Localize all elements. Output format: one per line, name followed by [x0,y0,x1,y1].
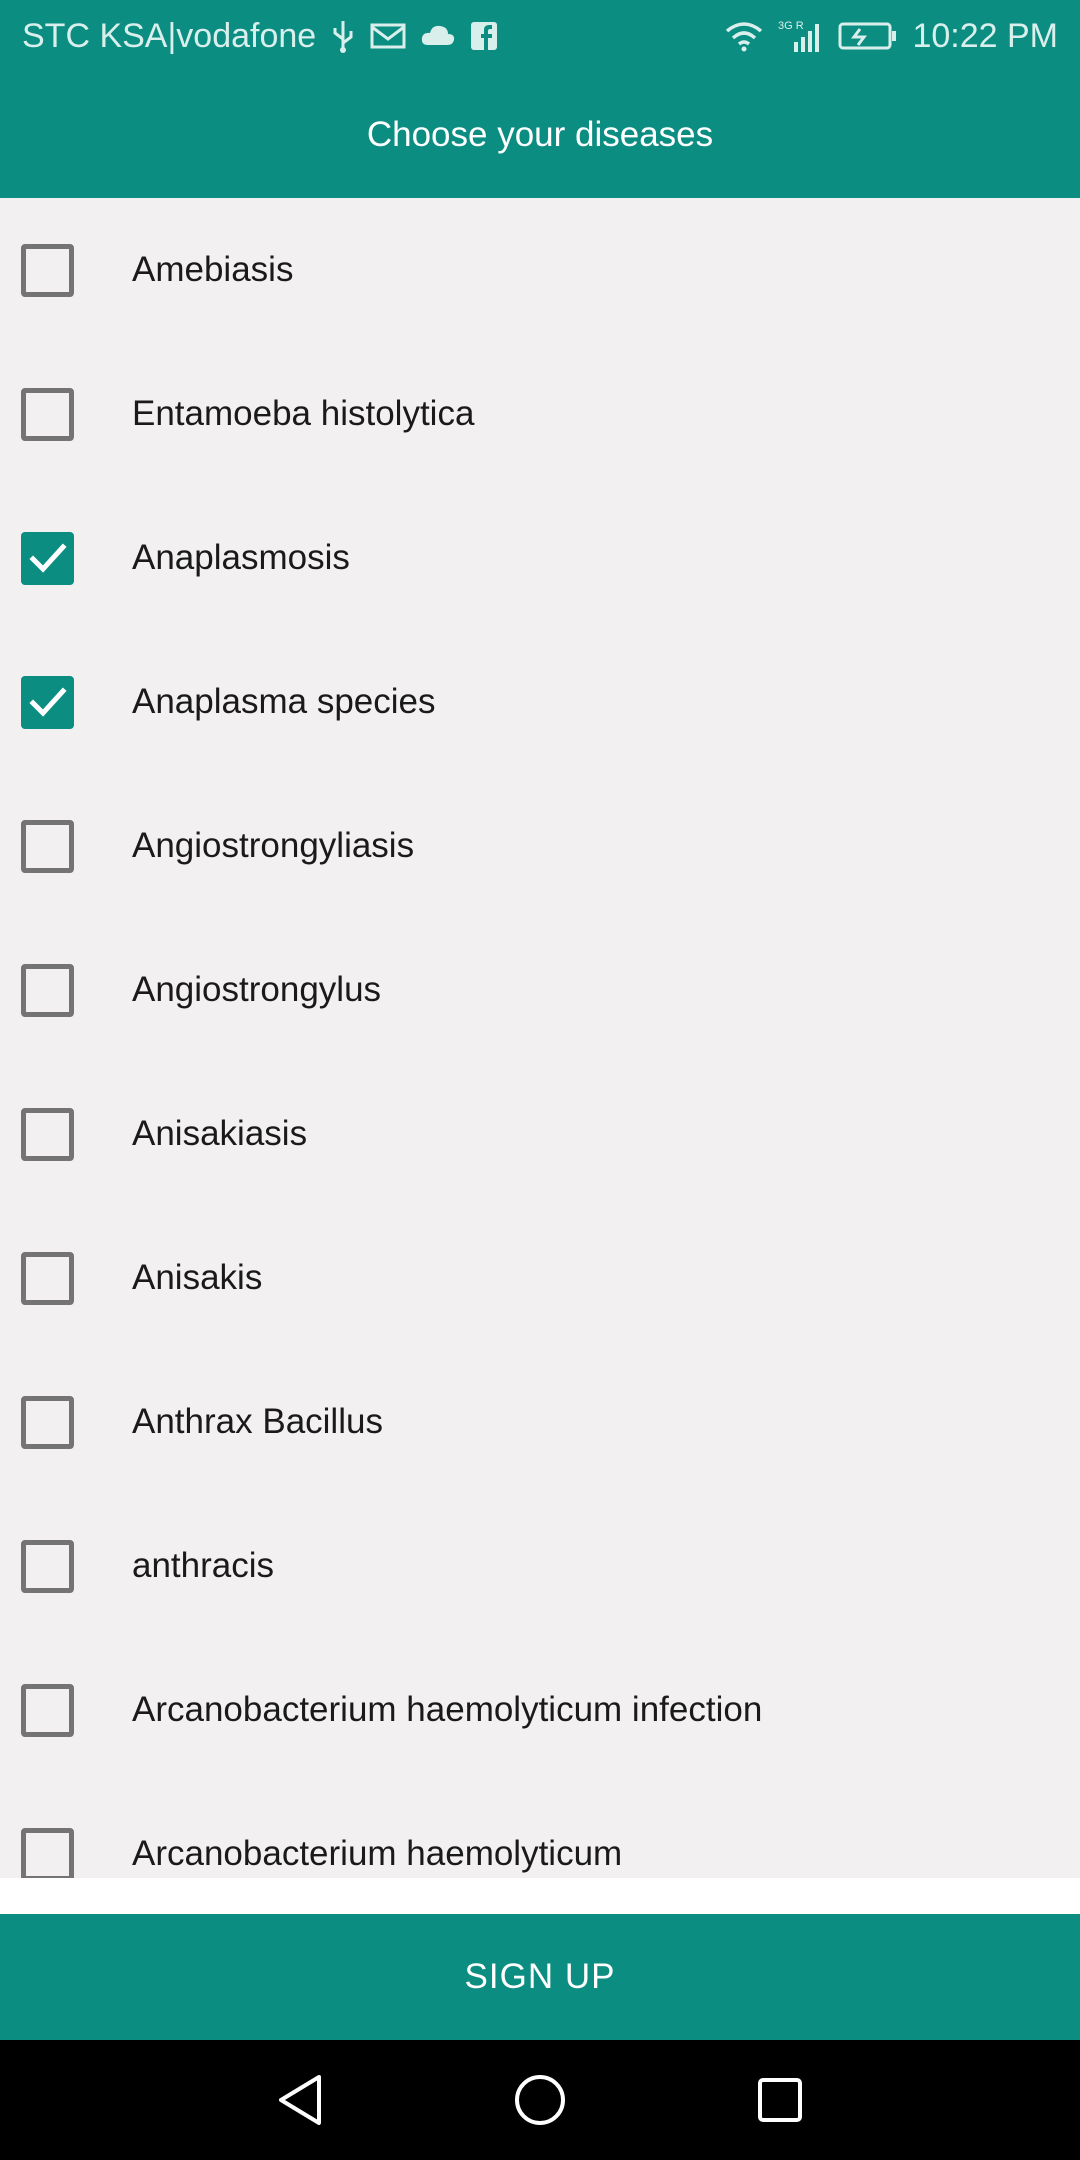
disease-label: Angiostrongyliasis [132,826,415,865]
recents-icon[interactable] [740,2060,820,2140]
signup-button[interactable]: SIGN UP [0,1914,1080,2040]
disease-row[interactable]: Entamoeba histolytica [0,342,1080,486]
screen: STC KSA|vodafone 3G R 10:22 PM Choose yo… [0,0,1080,2160]
facebook-icon [470,21,498,51]
disease-label: Anthrax Bacillus [132,1402,383,1441]
disease-row[interactable]: Angiostrongylus [0,918,1080,1062]
disease-label: Arcanobacterium haemolyticum [132,1834,623,1873]
status-left: STC KSA|vodafone [22,17,498,56]
disease-label: Arcanobacterium haemolyticum infection [132,1690,763,1729]
checkmark-icon [28,543,67,573]
disease-label: Anaplasmosis [132,538,350,577]
checkmark-icon [28,687,67,717]
disease-row[interactable]: anthracis [0,1494,1080,1638]
page-title: Choose your diseases [366,115,714,154]
network-type-text: 3G R [778,20,804,32]
status-bar: STC KSA|vodafone 3G R 10:22 PM [0,0,1080,72]
cloud-icon [420,23,456,49]
disease-label: Entamoeba histolytica [132,394,475,433]
disease-checkbox[interactable] [21,1827,74,1878]
disease-list[interactable]: Amebiasis Entamoeba histolytica Anaplasmos… [0,198,1080,1878]
signal-icon: 3G R [778,18,824,54]
app-bar: Choose your diseases [0,72,1080,198]
disease-label: Anisakis [132,1258,263,1297]
disease-checkbox[interactable] [21,819,74,873]
disease-checkbox[interactable] [21,1539,74,1593]
disease-checkbox[interactable] [21,1395,74,1449]
disease-checkbox[interactable] [21,675,74,729]
status-right: 3G R 10:22 PM [724,17,1058,56]
disease-label: Anisakiasis [132,1114,308,1153]
back-icon[interactable] [260,2060,340,2140]
navigation-bar [0,2040,1080,2160]
battery-charging-icon [838,21,898,51]
disease-row[interactable]: Anthrax Bacillus [0,1350,1080,1494]
disease-label: Angiostrongylus [132,970,382,1009]
disease-row[interactable]: Anisakiasis [0,1062,1080,1206]
disease-row[interactable]: Anaplasma species [0,630,1080,774]
disease-checkbox[interactable] [21,1683,74,1737]
disease-checkbox[interactable] [21,1251,74,1305]
mail-icon [370,21,406,51]
carrier-text: STC KSA|vodafone [22,16,317,55]
disease-checkbox[interactable] [21,1107,74,1161]
wifi-icon [724,20,764,52]
disease-checkbox[interactable] [21,387,74,441]
disease-label: Amebiasis [132,250,294,289]
usb-icon [330,19,356,53]
disease-checkbox[interactable] [21,963,74,1017]
disease-row[interactable]: Arcanobacterium haemolyticum [0,1782,1080,1878]
disease-row[interactable]: Anisakis [0,1206,1080,1350]
clock-text: 10:22 PM [912,16,1058,55]
divider-strip [0,1878,1080,1914]
disease-checkbox[interactable] [21,531,74,585]
disease-row[interactable]: Anaplasmosis [0,486,1080,630]
disease-row[interactable]: Arcanobacterium haemolyticum infection [0,1638,1080,1782]
disease-row[interactable]: Amebiasis [0,198,1080,342]
disease-row[interactable]: Angiostrongyliasis [0,774,1080,918]
disease-label: anthracis [132,1546,275,1585]
home-icon[interactable] [500,2060,580,2140]
disease-checkbox[interactable] [21,243,74,297]
signup-label: SIGN UP [464,1957,616,1996]
disease-label: Anaplasma species [132,682,436,721]
